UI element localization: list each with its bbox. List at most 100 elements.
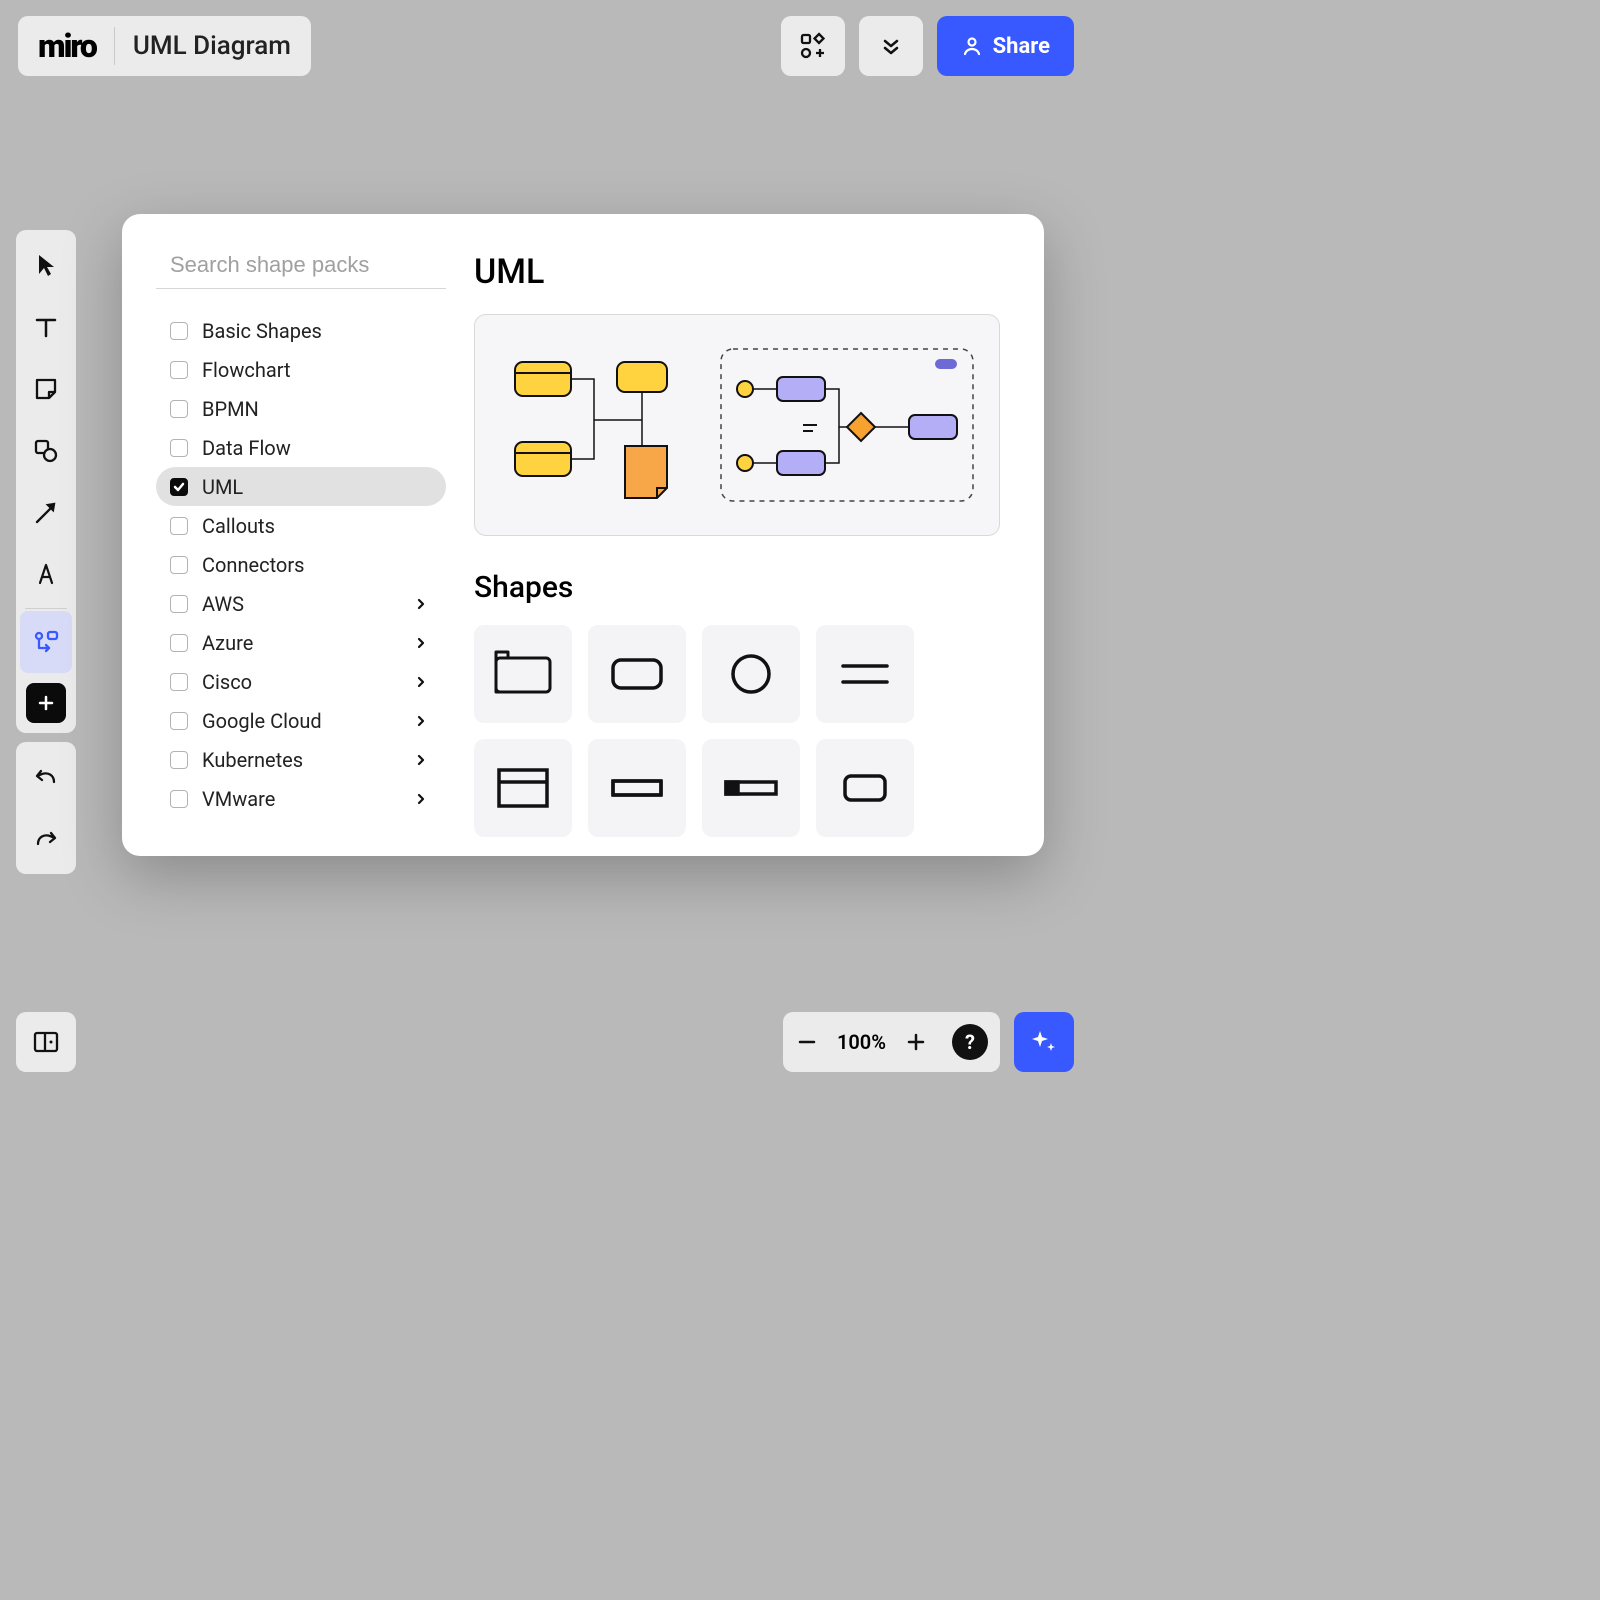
checkbox[interactable] xyxy=(170,673,188,691)
checkbox[interactable] xyxy=(170,400,188,418)
pack-item[interactable]: VMware xyxy=(156,779,446,818)
tool-sticky[interactable] xyxy=(20,358,72,420)
share-button[interactable]: Share xyxy=(937,16,1074,76)
shape-uml-two-lines[interactable] xyxy=(816,625,914,723)
arrow-icon xyxy=(32,499,60,527)
checkbox[interactable] xyxy=(170,634,188,652)
zoom-out-icon[interactable] xyxy=(795,1030,819,1054)
shape-packs-dialog: Basic Shapes Flowchart BPMN Data Flow UML Cal… xyxy=(122,214,1044,856)
apps-icon xyxy=(799,32,827,60)
question-mark-icon: ? xyxy=(965,1030,975,1054)
pack-item[interactable]: Cisco xyxy=(156,662,446,701)
pack-label: Cisco xyxy=(202,670,252,694)
share-label: Share xyxy=(993,34,1050,59)
panel-toggle-button[interactable] xyxy=(16,1012,76,1072)
shapes-icon xyxy=(32,437,60,465)
zoom-in-icon[interactable] xyxy=(904,1030,928,1054)
divider xyxy=(114,27,115,65)
pack-label: Data Flow xyxy=(202,436,291,460)
tool-pen[interactable] xyxy=(20,544,72,606)
undo-button[interactable] xyxy=(20,746,72,808)
history-toolbar xyxy=(16,742,76,874)
check-icon xyxy=(173,481,185,493)
pack-item[interactable]: Callouts xyxy=(156,506,446,545)
pack-label: Flowchart xyxy=(202,358,291,382)
pack-label: AWS xyxy=(202,592,244,616)
pack-label: Basic Shapes xyxy=(202,319,322,343)
checkbox[interactable] xyxy=(170,361,188,379)
apps-button[interactable] xyxy=(781,16,845,76)
checkbox[interactable] xyxy=(170,322,188,340)
tool-arrow[interactable] xyxy=(20,482,72,544)
pack-title: UML xyxy=(474,252,1000,292)
pack-item[interactable]: Azure xyxy=(156,623,446,662)
pack-label: BPMN xyxy=(202,397,259,421)
shape-uml-header-rect[interactable] xyxy=(474,739,572,837)
checkbox[interactable] xyxy=(170,712,188,730)
redo-button[interactable] xyxy=(20,808,72,870)
pack-item[interactable]: UML xyxy=(156,467,446,506)
pack-list: Basic Shapes Flowchart BPMN Data Flow UML Cal… xyxy=(156,311,446,818)
shape-uml-rounded-rect[interactable] xyxy=(588,625,686,723)
checkbox[interactable] xyxy=(170,517,188,535)
collapse-button[interactable] xyxy=(859,16,923,76)
chevron-right-icon xyxy=(414,753,428,767)
tool-diagram[interactable] xyxy=(20,611,72,673)
uml-preview-right xyxy=(717,345,977,505)
pack-label: Callouts xyxy=(202,514,275,538)
tool-shapes[interactable] xyxy=(20,420,72,482)
checkbox[interactable] xyxy=(170,556,188,574)
undo-icon xyxy=(32,766,60,788)
shape-uml-slot-filled[interactable] xyxy=(702,739,800,837)
dialog-content: UML xyxy=(474,252,1000,816)
cursor-icon xyxy=(33,252,59,278)
pack-label: Kubernetes xyxy=(202,748,303,772)
shape-uml-small-rounded[interactable] xyxy=(816,739,914,837)
plus-icon xyxy=(36,693,56,713)
pack-label: VMware xyxy=(202,787,275,811)
uml-preview-left xyxy=(497,350,677,500)
board-title[interactable]: UML Diagram xyxy=(133,31,291,61)
search-input[interactable] xyxy=(170,252,458,278)
checkbox[interactable] xyxy=(170,595,188,613)
tool-select[interactable] xyxy=(20,234,72,296)
panel-icon xyxy=(31,1027,61,1057)
pack-item[interactable]: Kubernetes xyxy=(156,740,446,779)
shape-uml-circle[interactable] xyxy=(702,625,800,723)
help-button[interactable]: ? xyxy=(952,1024,988,1060)
pen-icon xyxy=(32,561,60,589)
text-icon xyxy=(32,313,60,341)
pack-preview xyxy=(474,314,1000,536)
zoom-controls: 100% ? xyxy=(783,1012,1074,1072)
shape-uml-slot[interactable] xyxy=(588,739,686,837)
shapes-heading: Shapes xyxy=(474,570,1000,605)
checkbox[interactable] xyxy=(170,439,188,457)
pack-item[interactable]: Data Flow xyxy=(156,428,446,467)
tool-text[interactable] xyxy=(20,296,72,358)
pack-item[interactable]: Google Cloud xyxy=(156,701,446,740)
checkbox[interactable] xyxy=(170,478,188,496)
sparkle-icon xyxy=(1029,1027,1059,1057)
chevron-right-icon xyxy=(414,792,428,806)
zoom-level[interactable]: 100% xyxy=(837,1030,886,1054)
pack-item[interactable]: Connectors xyxy=(156,545,446,584)
pack-item[interactable]: Flowchart xyxy=(156,350,446,389)
zoom-group: 100% ? xyxy=(783,1012,1000,1072)
pack-item[interactable]: Basic Shapes xyxy=(156,311,446,350)
shape-uml-class[interactable] xyxy=(474,625,572,723)
chevron-right-icon xyxy=(414,597,428,611)
pack-item[interactable]: AWS xyxy=(156,584,446,623)
miro-logo: miro xyxy=(38,27,96,65)
left-toolbar xyxy=(16,230,76,733)
checkbox[interactable] xyxy=(170,751,188,769)
pack-item[interactable]: BPMN xyxy=(156,389,446,428)
checkbox[interactable] xyxy=(170,790,188,808)
board-header[interactable]: miro UML Diagram xyxy=(18,16,311,76)
tool-add[interactable] xyxy=(26,683,66,723)
chevron-right-icon xyxy=(414,636,428,650)
chevron-right-icon xyxy=(414,714,428,728)
pack-label: UML xyxy=(202,475,243,499)
dialog-sidebar: Basic Shapes Flowchart BPMN Data Flow UML Cal… xyxy=(156,252,446,816)
ai-assist-button[interactable] xyxy=(1014,1012,1074,1072)
diagram-icon xyxy=(31,627,61,657)
